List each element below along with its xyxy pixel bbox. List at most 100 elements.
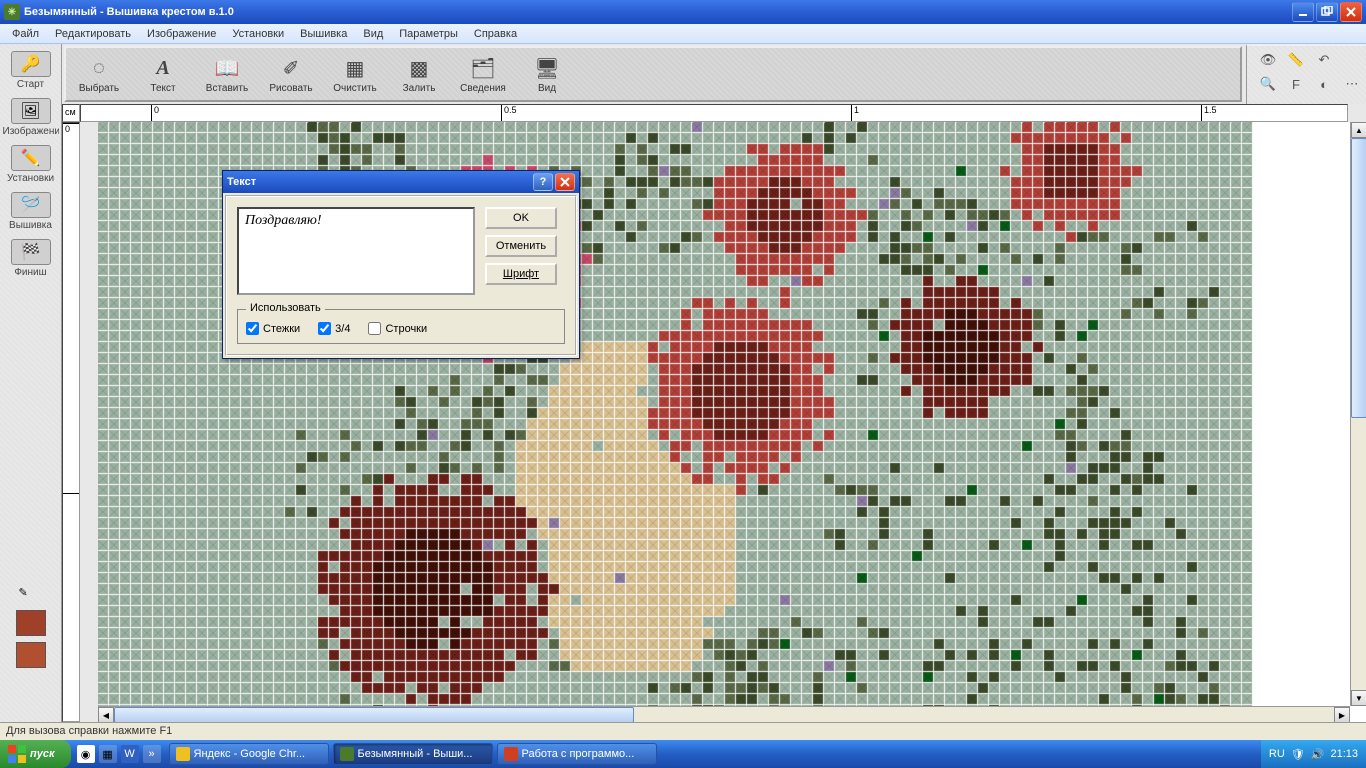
tool-text[interactable]: AТекст <box>136 55 190 94</box>
right-pane: 👁 📏 ↶ 🔍 F ◐ ⋯ <box>1246 44 1366 104</box>
checkbox-label: 3/4 <box>335 323 350 335</box>
checkbox-34[interactable]: 3/4 <box>318 322 350 335</box>
dialog-titlebar[interactable]: Текст ? <box>223 171 579 193</box>
tool-paste[interactable]: 📖Вставить <box>200 55 254 94</box>
tool-view[interactable]: 🖥Вид <box>520 55 574 94</box>
dialog-help-button[interactable]: ? <box>533 173 553 191</box>
cancel-button[interactable]: Отменить <box>485 235 557 257</box>
task-app[interactable]: Безымянный - Выши... <box>333 743 493 765</box>
left-sidebar: 🔑 Старт 🖼 Изображение ✏️ Установки 🪡 Выш… <box>0 44 62 722</box>
scrollbar-vertical[interactable]: ▲ ▼ <box>1350 122 1366 706</box>
start-button[interactable]: пуск <box>0 740 71 768</box>
sidebar-item-stitch[interactable]: 🪡 Вышивка <box>3 189 59 234</box>
info-icon: 🗂 <box>465 55 501 83</box>
menu-options[interactable]: Параметры <box>391 26 466 42</box>
titlebar: ✳ Безымянный - Вышивка крестом в.1.0 <box>0 0 1366 24</box>
sidebar-item-label: Вышивка <box>9 220 52 231</box>
task-label: Работа с программо... <box>522 748 635 760</box>
tool-undo-icon[interactable]: ↶ <box>1315 52 1333 68</box>
tool-color-icon[interactable]: ◐ <box>1315 76 1333 92</box>
sidebar-item-start[interactable]: 🔑 Старт <box>3 48 59 93</box>
tool-fill[interactable]: ▩Залить <box>392 55 446 94</box>
app-task-icon <box>340 747 354 761</box>
color-swatch-2[interactable] <box>16 642 46 668</box>
ok-button[interactable]: OK <box>485 207 557 229</box>
tool-more-icon[interactable]: ⋯ <box>1343 76 1361 92</box>
menu-file[interactable]: Файл <box>4 26 47 42</box>
checkbox-stitches-input[interactable] <box>246 322 259 335</box>
windows-logo-icon <box>8 745 26 763</box>
tool-info[interactable]: 🗂Сведения <box>456 55 510 94</box>
ruler-tick: 0 <box>63 123 79 134</box>
scroll-thumb-h[interactable] <box>114 707 634 722</box>
minimize-button[interactable] <box>1292 2 1314 22</box>
tool-clear[interactable]: ▦Очистить <box>328 55 382 94</box>
tray-volume-icon[interactable]: 🔊 <box>1311 748 1325 761</box>
clock[interactable]: 21:13 <box>1330 748 1358 760</box>
sidebar-item-settings[interactable]: ✏️ Установки <box>3 142 59 187</box>
dialog-text-input[interactable] <box>237 207 475 295</box>
scroll-down-button[interactable]: ▼ <box>1351 690 1366 706</box>
ruler-vertical: 0 <box>62 122 80 722</box>
menu-image[interactable]: Изображение <box>139 26 224 42</box>
tool-zoom-icon[interactable]: 🔍 <box>1259 76 1277 92</box>
menu-help[interactable]: Справка <box>466 26 525 42</box>
stitch-icon: 🪡 <box>11 192 51 218</box>
tool-ruler-icon[interactable]: 📏 <box>1287 52 1305 68</box>
sidebar-item-image[interactable]: 🖼 Изображение <box>3 95 59 140</box>
chrome-icon <box>176 747 190 761</box>
ruler-horizontal: 0 0.5 1 1.5 <box>80 104 1348 122</box>
sidebar-item-label: Финиш <box>14 267 46 278</box>
fill-icon: ▩ <box>401 55 437 83</box>
task-chrome[interactable]: Яндекс - Google Chr... <box>169 743 329 765</box>
toolbar: ◌Выбрать AТекст 📖Вставить ✐Рисовать ▦Очи… <box>64 46 1242 102</box>
scroll-left-button[interactable]: ◀ <box>98 707 114 722</box>
checkbox-lines-input[interactable] <box>368 322 381 335</box>
tool-eye-icon[interactable]: 👁 <box>1259 52 1277 68</box>
tool-label: Сведения <box>460 83 506 94</box>
menu-embroidery[interactable]: Вышивка <box>292 26 355 42</box>
powerpoint-icon <box>504 747 518 761</box>
checkbox-stitches[interactable]: Стежки <box>246 322 300 335</box>
tray-shield-icon[interactable]: 🛡 <box>1291 748 1305 761</box>
scrollbar-horizontal[interactable]: ◀ ▶ <box>98 706 1350 722</box>
tool-label: Выбрать <box>79 83 119 94</box>
dialog-title-text: Текст <box>227 176 256 188</box>
task-powerpoint[interactable]: Работа с программо... <box>497 743 657 765</box>
scroll-up-button[interactable]: ▲ <box>1351 122 1366 138</box>
menu-settings[interactable]: Установки <box>224 26 292 42</box>
fieldset-legend: Использовать <box>246 302 325 314</box>
tool-label: Текст <box>150 83 175 94</box>
ql-chrome-icon[interactable]: ◉ <box>77 745 95 763</box>
dialog-close-button[interactable] <box>555 173 575 191</box>
ruler-tick <box>63 493 79 494</box>
color-swatch-1[interactable] <box>16 610 46 636</box>
ql-expand-icon[interactable]: » <box>143 745 161 763</box>
sidebar-item-label: Старт <box>17 79 44 90</box>
scroll-right-button[interactable]: ▶ <box>1334 707 1350 722</box>
scroll-thumb-v[interactable] <box>1351 138 1366 418</box>
tool-select[interactable]: ◌Выбрать <box>72 55 126 94</box>
ruler-tick: 1.5 <box>1201 105 1217 121</box>
ruler-tick: 0 <box>151 105 159 121</box>
sidebar-item-finish[interactable]: 🏁 Финиш <box>3 236 59 281</box>
statusbar: Для вызова справки нажмите F1 <box>0 722 1366 740</box>
checkbox-lines[interactable]: Строчки <box>368 322 427 335</box>
checkbox-34-input[interactable] <box>318 322 331 335</box>
ql-word-icon[interactable]: W <box>121 745 139 763</box>
pencil-tool-icon[interactable]: ✎ <box>19 586 43 602</box>
menu-view[interactable]: Вид <box>355 26 391 42</box>
tool-draw[interactable]: ✐Рисовать <box>264 55 318 94</box>
menubar: Файл Редактировать Изображение Установки… <box>0 24 1366 44</box>
tool-font-icon[interactable]: F <box>1287 76 1305 92</box>
maximize-button[interactable] <box>1316 2 1338 22</box>
image-icon: 🖼 <box>11 98 51 124</box>
lang-indicator[interactable]: RU <box>1269 748 1285 760</box>
font-button[interactable]: Шрифт <box>485 263 557 285</box>
ql-app-icon[interactable]: ▦ <box>99 745 117 763</box>
menu-edit[interactable]: Редактировать <box>47 26 139 42</box>
tool-label: Вид <box>538 83 556 94</box>
close-button[interactable] <box>1340 2 1362 22</box>
checkbox-label: Строчки <box>385 323 427 335</box>
draw-icon: ✐ <box>273 55 309 83</box>
